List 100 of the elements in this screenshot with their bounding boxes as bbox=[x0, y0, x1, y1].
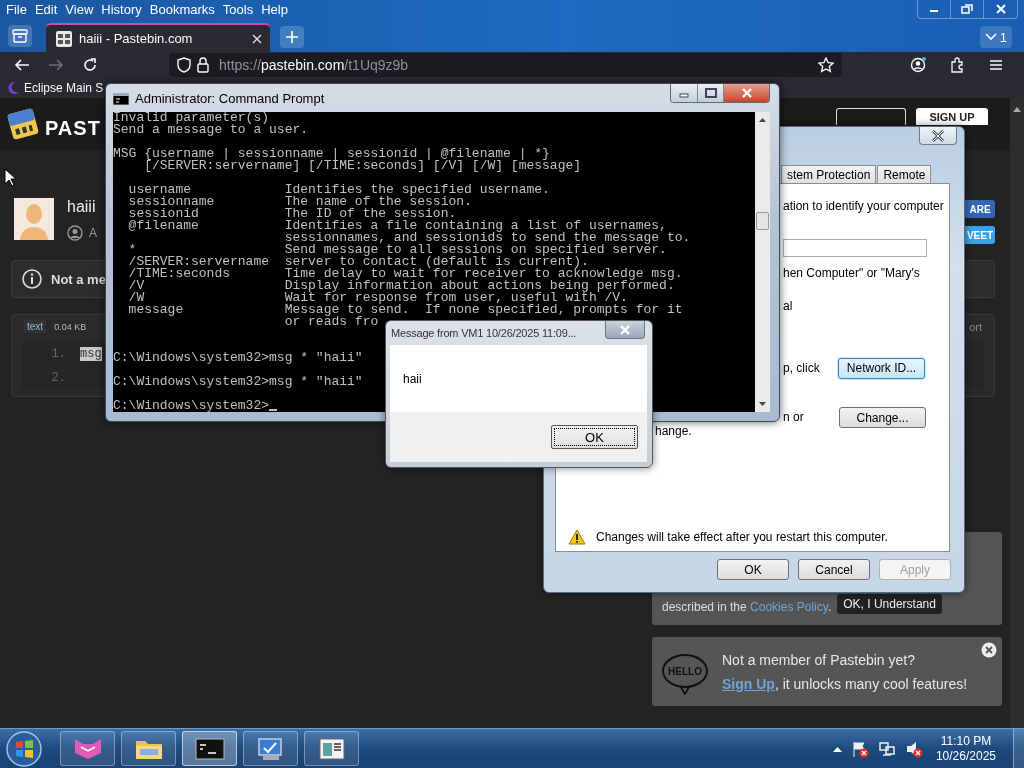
console-line: /TIME:seconds Time delay to wait for receiver to acknowledge msg. bbox=[127, 268, 683, 280]
logo-text: PAST bbox=[45, 116, 101, 140]
console-line: C:\Windows\system32>msg * "haii" bbox=[113, 352, 363, 364]
console-line: sessionid The ID of the session. bbox=[127, 208, 457, 220]
file-size: 0.04 KB bbox=[54, 321, 87, 332]
taskbar-button[interactable] bbox=[182, 731, 237, 766]
bookmark-item[interactable]: Eclipse Main S bbox=[24, 81, 104, 95]
ok-button[interactable]: OK bbox=[551, 425, 638, 449]
taskbar-button[interactable] bbox=[121, 731, 176, 766]
account-icon bbox=[910, 57, 926, 73]
taskbar-button[interactable] bbox=[304, 731, 359, 766]
console-line: /SERVER:servername server to contact (default is current). bbox=[127, 256, 589, 268]
menu-item[interactable]: File bbox=[2, 2, 31, 18]
star-icon[interactable] bbox=[818, 57, 834, 73]
address-bar[interactable]: https://pastebin.com/t1Uq9z9b bbox=[169, 53, 842, 77]
notice-text: Not a me bbox=[51, 271, 106, 287]
close-button[interactable] bbox=[919, 127, 957, 145]
line-number: 2. bbox=[50, 371, 66, 385]
console-line: username Identifies the specified username. bbox=[127, 184, 550, 196]
crescent-icon bbox=[6, 81, 20, 95]
change-text: n or bbox=[783, 410, 805, 424]
author-name[interactable]: A bbox=[89, 226, 97, 240]
network-id-button[interactable]: Network ID... bbox=[838, 357, 925, 379]
input-field[interactable] bbox=[783, 239, 927, 257]
tab-list-button[interactable] bbox=[8, 25, 32, 47]
close-icon bbox=[994, 4, 1007, 14]
label-text: al bbox=[783, 298, 794, 314]
speaker-muted-icon[interactable] bbox=[904, 739, 923, 758]
plus-icon bbox=[285, 30, 299, 44]
console-line: * Send message to all sessions on specified server. bbox=[127, 244, 667, 256]
clock[interactable]: 11:10 PM 10/26/2025 bbox=[935, 733, 996, 764]
network-icon[interactable] bbox=[877, 739, 896, 758]
flag-icon[interactable] bbox=[850, 739, 869, 758]
show-desktop-button[interactable] bbox=[1013, 729, 1024, 768]
report-link[interactable]: ort bbox=[969, 320, 982, 333]
example-text: hen Computer" or "Mary's bbox=[783, 265, 921, 281]
scrollbar[interactable] bbox=[755, 112, 770, 412]
mouse-pointer-icon bbox=[4, 168, 16, 187]
console-line: or reads fro bbox=[283, 316, 379, 328]
shield-icon bbox=[177, 57, 191, 73]
console-line: sessionname The name of the session. bbox=[127, 196, 472, 208]
message-text: haii bbox=[403, 371, 422, 386]
window-title: Administrator: Command Prompt bbox=[135, 90, 325, 106]
back-arrow-icon bbox=[14, 57, 30, 73]
scrollbar[interactable] bbox=[1010, 98, 1024, 728]
forward-arrow-icon bbox=[48, 57, 64, 73]
paste-title: haiii bbox=[67, 198, 97, 216]
share-button[interactable]: ARE bbox=[965, 200, 995, 218]
console-line: MSG {username | sessionname | sessionid | @filename | *} bbox=[113, 148, 550, 160]
chevron-down-icon bbox=[984, 33, 997, 41]
menu-item[interactable]: View bbox=[61, 2, 98, 18]
console-line: @filename Identifies a file containing a list of usernames, bbox=[127, 220, 667, 232]
puzzle-piece-icon bbox=[949, 57, 965, 73]
close-icon[interactable] bbox=[981, 642, 997, 658]
signup-title: Not a member of Pastebin yet? bbox=[722, 651, 916, 668]
user-icon bbox=[67, 225, 83, 241]
start-orb-icon[interactable] bbox=[4, 729, 44, 768]
menu-item[interactable]: Bookmarks bbox=[145, 2, 219, 18]
cookie-notice-text: described in the Cookies Policy. bbox=[662, 600, 832, 614]
menu-item[interactable]: Edit bbox=[30, 2, 62, 18]
console-line: /V Display information about actions being performed. bbox=[127, 280, 675, 292]
dialog-tab[interactable]: Remote bbox=[877, 165, 932, 183]
close-icon[interactable] bbox=[252, 33, 262, 44]
signup-text: Sign Up, it unlocks many cool features! bbox=[722, 675, 968, 692]
dialog-button[interactable]: OK bbox=[717, 559, 789, 580]
dialog-button[interactable]: Cancel bbox=[798, 559, 870, 580]
bubble-tail-icon bbox=[680, 686, 690, 695]
console-prompt: C:\Windows\system32> bbox=[113, 398, 270, 413]
favicon-icon bbox=[56, 30, 72, 47]
close-button[interactable] bbox=[605, 321, 645, 339]
url-text: https://pastebin.com/t1Uq9z9b bbox=[219, 57, 410, 73]
warning-text: Changes will take effect after you restart this computer. bbox=[596, 530, 888, 544]
dialog-tab[interactable]: stem Protection bbox=[781, 165, 877, 183]
info-icon bbox=[22, 269, 42, 289]
tab-count-button[interactable]: 1 bbox=[979, 26, 1012, 48]
tray-icon bbox=[12, 29, 28, 43]
menu-item[interactable]: History bbox=[97, 2, 146, 18]
sign-up-button[interactable]: SIGN UP bbox=[916, 108, 988, 125]
new-tab-button[interactable] bbox=[280, 26, 304, 48]
change-button[interactable]: Change... bbox=[839, 407, 926, 428]
console-line: /W Wait for response from user, useful with /V. bbox=[127, 292, 628, 304]
close-button[interactable] bbox=[724, 84, 769, 102]
lock-icon bbox=[197, 57, 209, 73]
up-arrow-icon[interactable] bbox=[832, 745, 842, 752]
understand-button[interactable]: OK, I Understand bbox=[837, 594, 942, 614]
close-icon bbox=[619, 324, 631, 335]
console-line: Send a message to a user. bbox=[113, 124, 309, 136]
scrollbar-thumb[interactable] bbox=[756, 212, 769, 230]
console-icon bbox=[113, 92, 129, 105]
scroll-up-arrow-icon bbox=[1013, 106, 1021, 112]
syntax-label[interactable]: text bbox=[24, 320, 47, 333]
menu-item[interactable]: Help bbox=[257, 2, 292, 18]
maximize-button[interactable] bbox=[698, 84, 724, 102]
menu-item[interactable]: Tools bbox=[218, 2, 258, 18]
browser-tab[interactable]: haiii - Pastebin.com bbox=[46, 23, 270, 52]
outlined-button[interactable] bbox=[836, 108, 906, 125]
console-line: Invalid parameter(s) bbox=[113, 112, 270, 124]
menu-icon bbox=[988, 57, 1004, 73]
line-number: 1. bbox=[50, 347, 66, 361]
change-text: hange. bbox=[655, 424, 693, 438]
